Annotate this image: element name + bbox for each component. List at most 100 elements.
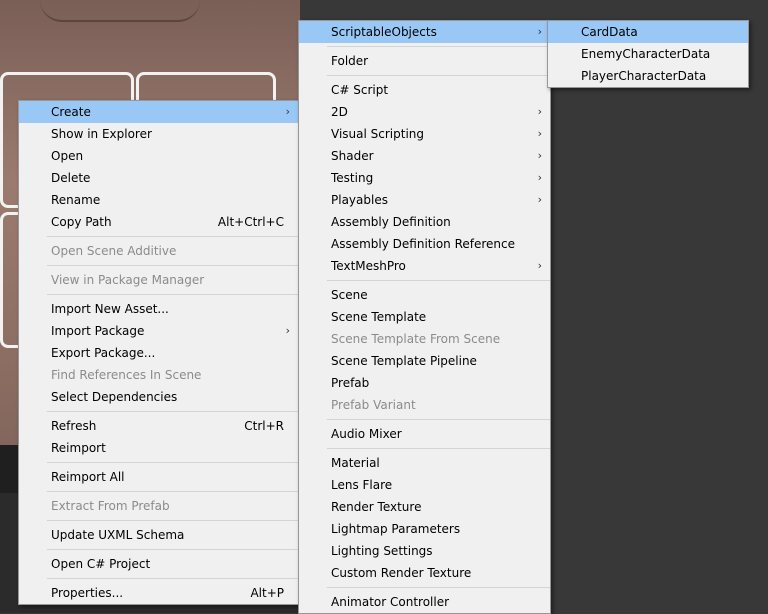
menu-item-label: Audio Mixer	[331, 427, 402, 441]
menu-item-create[interactable]: Create ›	[19, 101, 298, 123]
menu-item-label: Lens Flare	[331, 478, 393, 492]
menu-item-shortcut: Alt+P	[250, 586, 284, 600]
menu-separator	[327, 419, 550, 420]
create-item-render-texture[interactable]: Render Texture	[299, 496, 550, 518]
menu-item-update-uxml-schema[interactable]: Update UXML Schema	[19, 524, 298, 546]
menu-item-properties[interactable]: Properties... Alt+P	[19, 582, 298, 604]
menu-separator	[47, 411, 298, 412]
menu-item-shortcut: Alt+Ctrl+C	[217, 215, 284, 229]
menu-item-label: Open	[51, 149, 84, 163]
create-item-scene[interactable]: Scene	[299, 284, 550, 306]
menu-item-label: Find References In Scene	[51, 368, 202, 382]
menu-separator	[47, 520, 298, 521]
menu-item-label: Properties...	[51, 586, 124, 600]
menu-item-label: Scene Template Pipeline	[331, 354, 477, 368]
menu-item-label: Scene Template	[331, 310, 427, 324]
menu-item-label: Custom Render Texture	[331, 566, 472, 580]
chevron-right-icon: ›	[537, 127, 542, 140]
menu-item-label: Copy Path	[51, 215, 112, 229]
menu-item-shortcut: Ctrl+R	[244, 419, 284, 433]
menu-item-label: Open Scene Additive	[51, 244, 177, 258]
create-item-material[interactable]: Material	[299, 452, 550, 474]
create-item-shader[interactable]: Shader ›	[299, 145, 550, 167]
menu-item-rename[interactable]: Rename	[19, 189, 298, 211]
menu-item-label: Assembly Definition	[331, 215, 451, 229]
create-item-assembly-definition-reference[interactable]: Assembly Definition Reference	[299, 233, 550, 255]
menu-item-open-c-project[interactable]: Open C# Project	[19, 553, 298, 575]
menu-item-label: Animator Controller	[331, 595, 450, 609]
chevron-right-icon: ›	[285, 324, 290, 337]
create-item-scriptableobjects[interactable]: ScriptableObjects ›	[299, 21, 550, 43]
menu-item-label: Prefab	[331, 376, 370, 390]
menu-item-show-in-explorer[interactable]: Show in Explorer	[19, 123, 298, 145]
create-item-animator-controller[interactable]: Animator Controller	[299, 591, 550, 613]
menu-item-label: TextMeshPro	[331, 259, 406, 273]
menu-item-label: Lighting Settings	[331, 544, 433, 558]
menu-item-copy-path[interactable]: Copy Path Alt+Ctrl+C	[19, 211, 298, 233]
menu-item-find-references-in-scene: Find References In Scene	[19, 364, 298, 386]
menu-item-label: EnemyCharacterData	[581, 47, 711, 61]
menu-item-label: Render Texture	[331, 500, 422, 514]
so-item-enemycharacterdata[interactable]: EnemyCharacterData	[548, 43, 748, 65]
menu-item-delete[interactable]: Delete	[19, 167, 298, 189]
menu-item-label: ScriptableObjects	[331, 25, 437, 39]
create-item-testing[interactable]: Testing ›	[299, 167, 550, 189]
menu-item-reimport[interactable]: Reimport	[19, 437, 298, 459]
menu-item-label: Scene	[331, 288, 368, 302]
menu-item-label: Material	[331, 456, 380, 470]
chevron-right-icon: ›	[537, 25, 542, 38]
so-item-carddata[interactable]: CardData	[548, 21, 748, 43]
create-item-prefab-variant: Prefab Variant	[299, 394, 550, 416]
menu-item-export-package[interactable]: Export Package...	[19, 342, 298, 364]
menu-item-label: Lightmap Parameters	[331, 522, 461, 536]
project-context-menu: Create › Show in Explorer Open Delete Rename C…	[18, 100, 299, 605]
menu-item-label: Show in Explorer	[51, 127, 152, 141]
menu-item-label: Reimport	[51, 441, 106, 455]
menu-item-import-new-asset[interactable]: Import New Asset...	[19, 298, 298, 320]
create-item-folder[interactable]: Folder	[299, 50, 550, 72]
menu-item-label: Playables	[331, 193, 388, 207]
create-item-c-script[interactable]: C# Script	[299, 79, 550, 101]
menu-separator	[47, 578, 298, 579]
create-item-lightmap-parameters[interactable]: Lightmap Parameters	[299, 518, 550, 540]
create-item-assembly-definition[interactable]: Assembly Definition	[299, 211, 550, 233]
menu-item-label: Folder	[331, 54, 369, 68]
create-item-textmeshpro[interactable]: TextMeshPro ›	[299, 255, 550, 277]
create-item-custom-render-texture[interactable]: Custom Render Texture	[299, 562, 550, 584]
menu-item-import-package[interactable]: Import Package ›	[19, 320, 298, 342]
menu-item-open-scene-additive: Open Scene Additive	[19, 240, 298, 262]
create-submenu: ScriptableObjects › Folder C# Script 2D › Visu…	[298, 20, 551, 614]
menu-item-select-dependencies[interactable]: Select Dependencies	[19, 386, 298, 408]
create-item-prefab[interactable]: Prefab	[299, 372, 550, 394]
menu-item-label: Rename	[51, 193, 101, 207]
menu-item-label: Import New Asset...	[51, 302, 169, 316]
menu-item-label: View in Package Manager	[51, 273, 205, 287]
menu-item-label: Refresh	[51, 419, 97, 433]
so-item-playercharacterdata[interactable]: PlayerCharacterData	[548, 65, 748, 87]
menu-item-label: Scene Template From Scene	[331, 332, 501, 346]
menu-item-label: Select Dependencies	[51, 390, 178, 404]
chevron-right-icon: ›	[537, 105, 542, 118]
menu-item-label: Prefab Variant	[331, 398, 416, 412]
create-item-2d[interactable]: 2D ›	[299, 101, 550, 123]
create-item-playables[interactable]: Playables ›	[299, 189, 550, 211]
menu-separator	[47, 236, 298, 237]
menu-item-open[interactable]: Open	[19, 145, 298, 167]
menu-separator	[327, 46, 550, 47]
menu-item-reimport-all[interactable]: Reimport All	[19, 466, 298, 488]
chevron-right-icon: ›	[537, 171, 542, 184]
menu-item-view-in-package-manager: View in Package Manager	[19, 269, 298, 291]
chevron-right-icon: ›	[285, 105, 290, 118]
chevron-right-icon: ›	[537, 193, 542, 206]
menu-item-refresh[interactable]: Refresh Ctrl+R	[19, 415, 298, 437]
create-item-scene-template-pipeline[interactable]: Scene Template Pipeline	[299, 350, 550, 372]
menu-item-label: PlayerCharacterData	[581, 69, 707, 83]
create-item-lighting-settings[interactable]: Lighting Settings	[299, 540, 550, 562]
create-item-scene-template[interactable]: Scene Template	[299, 306, 550, 328]
create-item-visual-scripting[interactable]: Visual Scripting ›	[299, 123, 550, 145]
create-item-lens-flare[interactable]: Lens Flare	[299, 474, 550, 496]
menu-separator	[47, 294, 298, 295]
menu-separator	[47, 462, 298, 463]
menu-separator	[47, 265, 298, 266]
create-item-audio-mixer[interactable]: Audio Mixer	[299, 423, 550, 445]
